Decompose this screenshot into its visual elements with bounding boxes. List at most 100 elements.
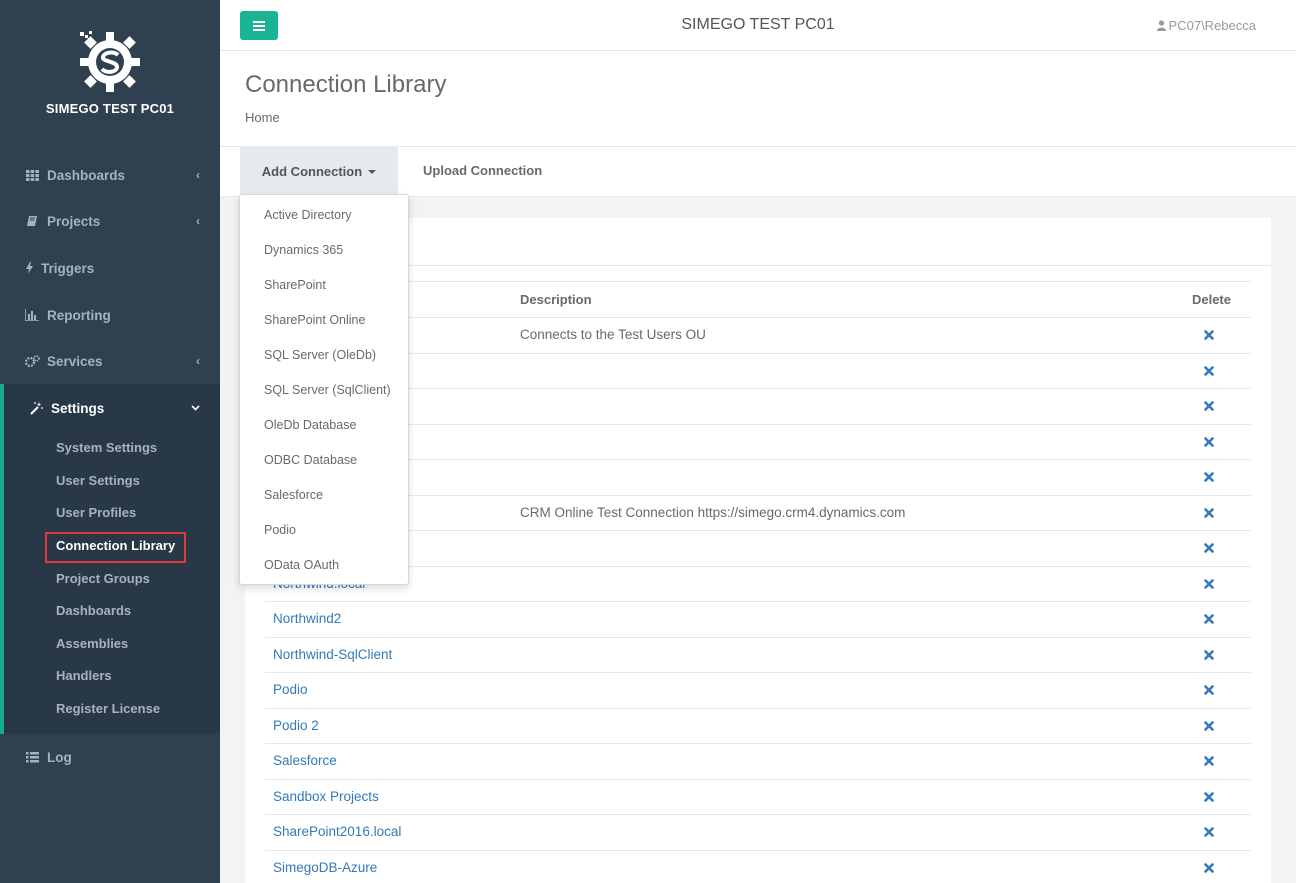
dropdown-item-podio[interactable]: Podio bbox=[264, 523, 296, 537]
breadcrumb[interactable]: Home bbox=[245, 110, 280, 125]
delete-icon[interactable] bbox=[1203, 754, 1215, 768]
dropdown-item-odata-oauth[interactable]: OData OAuth bbox=[264, 558, 339, 572]
delete-icon[interactable] bbox=[1203, 541, 1215, 555]
book-icon bbox=[24, 215, 40, 227]
dropdown-item-oledb-database[interactable]: OleDb Database bbox=[264, 418, 356, 432]
current-user[interactable]: PC07\Rebecca bbox=[1156, 18, 1256, 33]
dropdown-item-salesforce[interactable]: Salesforce bbox=[264, 488, 323, 502]
delete-icon[interactable] bbox=[1203, 435, 1215, 449]
th-icon bbox=[24, 169, 40, 181]
upload-connection-button[interactable]: Upload Connection bbox=[423, 163, 542, 178]
list-icon bbox=[24, 751, 40, 763]
delete-icon[interactable] bbox=[1203, 612, 1215, 626]
app-title: SIMEGO TEST PC01 bbox=[681, 16, 835, 33]
connection-name-link[interactable]: Northwind-SqlClient bbox=[273, 647, 392, 662]
delete-icon[interactable] bbox=[1203, 790, 1215, 804]
connection-name-link[interactable]: Podio 2 bbox=[273, 718, 319, 733]
sidebar-subitem-user-settings[interactable]: User Settings bbox=[56, 473, 140, 488]
add-connection-label: Add Connection bbox=[261, 164, 363, 179]
table-header: Description Delete bbox=[265, 281, 1251, 318]
dropdown-item-active-directory[interactable]: Active Directory bbox=[264, 208, 352, 222]
sidebar-item-log[interactable]: Log bbox=[0, 734, 220, 780]
connection-name-link[interactable]: SimegoDB-Azure bbox=[273, 860, 377, 875]
cogs-icon bbox=[24, 355, 40, 367]
chevron-left-icon: ‹ bbox=[196, 214, 200, 228]
sidebar-subitem-register-license[interactable]: Register License bbox=[56, 701, 160, 716]
sidebar-item-projects[interactable]: Projects ‹ bbox=[0, 198, 220, 244]
sidebar-item-label: Reporting bbox=[47, 307, 111, 323]
add-connection-dropdown: Active Directory Dynamics 365 SharePoint… bbox=[239, 194, 409, 585]
dropdown-item-sharepoint-online[interactable]: SharePoint Online bbox=[264, 313, 365, 327]
delete-icon[interactable] bbox=[1203, 577, 1215, 591]
user-icon bbox=[1156, 20, 1166, 31]
add-connection-button[interactable]: Add Connection bbox=[240, 147, 398, 196]
sidebar-item-label: Settings bbox=[51, 400, 105, 416]
sidebar-item-label: Triggers bbox=[41, 260, 95, 276]
sidebar-subitem-handlers[interactable]: Handlers bbox=[56, 668, 112, 683]
sidebar-subitem-user-profiles[interactable]: User Profiles bbox=[56, 505, 136, 520]
table-row: Northwind.local bbox=[265, 567, 1251, 602]
sidebar-subitem-assemblies[interactable]: Assemblies bbox=[56, 636, 128, 651]
brand: SIMEGO TEST PC01 bbox=[0, 0, 220, 150]
connection-name-link[interactable]: Northwind2 bbox=[273, 611, 341, 626]
sidebar-item-settings[interactable]: Settings bbox=[4, 384, 220, 432]
table-row: SimegoDB-Azure bbox=[265, 851, 1251, 883]
toolbar: Add Connection Upload Connection bbox=[220, 147, 1296, 197]
user-name: PC07\Rebecca bbox=[1168, 18, 1256, 33]
page-title: Connection Library bbox=[245, 71, 447, 98]
magic-wand-icon bbox=[28, 401, 44, 415]
connection-name-link[interactable]: SharePoint2016.local bbox=[273, 824, 401, 839]
delete-icon[interactable] bbox=[1203, 683, 1215, 697]
sidebar-item-services[interactable]: Services ‹ bbox=[0, 338, 220, 384]
sidebar-settings-group: Settings System Settings User Settings U… bbox=[0, 384, 220, 734]
table-row bbox=[265, 425, 1251, 460]
dropdown-item-odbc-database[interactable]: ODBC Database bbox=[264, 453, 357, 467]
dropdown-item-sql-server-sqlclient[interactable]: SQL Server (SqlClient) bbox=[264, 383, 391, 397]
table-row bbox=[265, 389, 1251, 425]
chevron-left-icon: ‹ bbox=[196, 168, 200, 182]
sidebar-subitem-dashboards[interactable]: Dashboards bbox=[56, 603, 131, 618]
delete-icon[interactable] bbox=[1203, 506, 1215, 520]
table-row bbox=[265, 531, 1251, 567]
dropdown-item-sql-server-oledb[interactable]: SQL Server (OleDb) bbox=[264, 348, 376, 362]
sidebar-item-triggers[interactable]: Triggers bbox=[0, 245, 220, 291]
caret-down-icon bbox=[368, 169, 377, 174]
table-row bbox=[265, 460, 1251, 496]
sidebar-item-dashboards[interactable]: Dashboards ‹ bbox=[0, 152, 220, 198]
sidebar: SIMEGO TEST PC01 Dashboards ‹ Projects ‹… bbox=[0, 0, 220, 883]
dropdown-item-dynamics-365[interactable]: Dynamics 365 bbox=[264, 243, 343, 257]
dropdown-item-sharepoint[interactable]: SharePoint bbox=[264, 278, 326, 292]
sidebar-subitem-project-groups[interactable]: Project Groups bbox=[56, 571, 150, 586]
delete-icon[interactable] bbox=[1203, 825, 1215, 839]
delete-icon[interactable] bbox=[1203, 719, 1215, 733]
sidebar-item-label: Services bbox=[47, 353, 103, 369]
sidebar-item-label: Dashboards bbox=[47, 167, 126, 183]
sidebar-item-label: Log bbox=[47, 749, 72, 765]
connection-name-link[interactable]: Salesforce bbox=[273, 753, 337, 768]
simego-logo-icon bbox=[80, 31, 140, 92]
sidebar-subitem-system-settings[interactable]: System Settings bbox=[56, 440, 157, 455]
table-body: Connects to the Test Users OU CRM Online … bbox=[265, 318, 1251, 883]
table-row: Podio bbox=[265, 673, 1251, 709]
sidebar-item-reporting[interactable]: Reporting bbox=[0, 292, 220, 338]
chevron-down-icon bbox=[191, 402, 200, 414]
table-row: Connects to the Test Users OU bbox=[265, 318, 1251, 354]
chevron-left-icon: ‹ bbox=[196, 354, 200, 368]
brand-name: SIMEGO TEST PC01 bbox=[45, 101, 175, 116]
delete-icon[interactable] bbox=[1203, 470, 1215, 484]
table-row: Podio 2 bbox=[265, 709, 1251, 744]
sidebar-subitem-connection-library[interactable]: Connection Library bbox=[56, 538, 175, 553]
connection-name-link[interactable]: Sandbox Projects bbox=[273, 789, 379, 804]
connections-table: Description Delete Connects to the Test … bbox=[265, 281, 1251, 883]
bar-chart-icon bbox=[24, 309, 40, 321]
delete-icon[interactable] bbox=[1203, 399, 1215, 413]
connection-name-link[interactable]: Podio bbox=[273, 682, 308, 697]
delete-icon[interactable] bbox=[1203, 328, 1215, 342]
delete-icon[interactable] bbox=[1203, 861, 1215, 875]
connection-description: Connects to the Test Users OU bbox=[520, 327, 706, 342]
column-header-description: Description bbox=[520, 292, 592, 307]
table-row: SharePoint2016.local bbox=[265, 815, 1251, 851]
delete-icon[interactable] bbox=[1203, 364, 1215, 378]
top-navbar: SIMEGO TEST PC01 PC07\Rebecca bbox=[220, 0, 1296, 51]
delete-icon[interactable] bbox=[1203, 648, 1215, 662]
